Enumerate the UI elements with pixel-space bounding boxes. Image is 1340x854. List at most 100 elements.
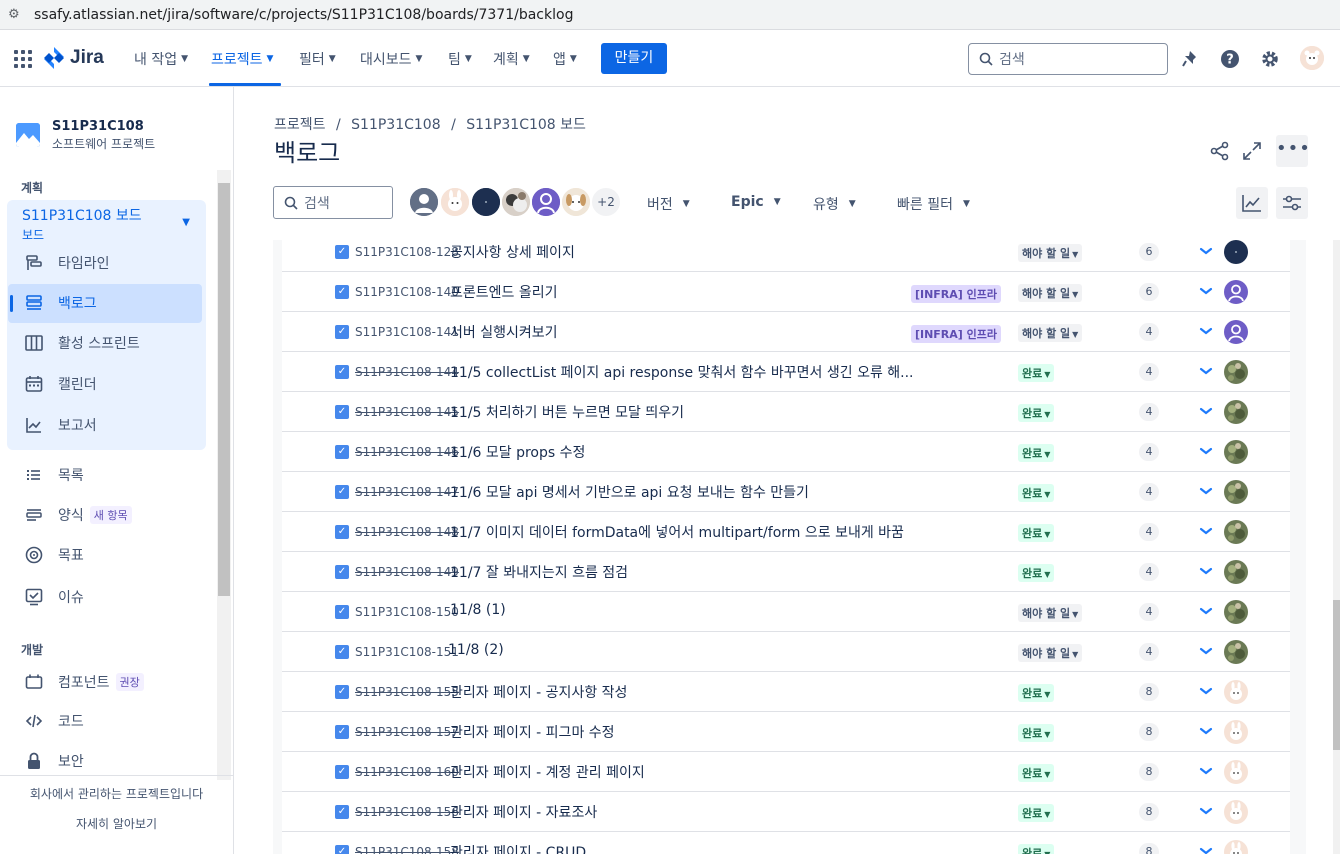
story-points-badge[interactable]: 8 <box>1139 683 1159 701</box>
issue-summary[interactable]: 11/5 처리하기 버튼 누르면 모달 띄우기 <box>450 402 684 422</box>
issue-key[interactable]: S11P31C108-140 <box>355 285 459 299</box>
issue-key[interactable]: S11P31C108-144 <box>355 365 459 379</box>
status-dropdown[interactable]: 완료▼ <box>1018 484 1055 502</box>
site-info-icon[interactable]: ⚙ <box>8 7 24 23</box>
issue-key[interactable]: S11P31C108-155 <box>355 685 459 699</box>
story-points-badge[interactable]: 8 <box>1139 723 1159 741</box>
global-search-input[interactable]: 검색 <box>968 43 1168 75</box>
issue-summary[interactable]: 관리자 페이지 - 자료조사 <box>450 802 597 822</box>
issue-summary[interactable]: 프론트엔드 올리기 <box>450 282 558 302</box>
issue-row[interactable]: ✓ S11P31C108-149 11/7 잘 봐내지는지 흐름 점검 완료 ▼ 4 <box>282 552 1290 592</box>
issue-key[interactable]: S11P31C108-146 <box>355 445 459 459</box>
nav-plans[interactable]: 계획 ▼ <box>493 49 530 69</box>
issue-row[interactable]: ✓ S11P31C108-160 관리자 페이지 - 계정 관리 페이지 완료 ▼ 8 <box>282 752 1290 792</box>
assignee-avatar[interactable] <box>1224 280 1248 304</box>
learn-more-link[interactable]: 자세히 알아보기 <box>0 815 233 832</box>
sidebar-item-forms[interactable]: 양식 새 항목 <box>24 505 132 525</box>
breadcrumb-board[interactable]: S11P31C108 보드 <box>466 117 586 133</box>
issue-summary[interactable]: 관리자 페이지 - CRUD <box>450 842 586 854</box>
issue-row[interactable]: ✓ S11P31C108-157 관리자 페이지 - 피그마 수정 완료 ▼ 8 <box>282 712 1290 752</box>
issue-summary[interactable]: 11/6 모달 props 수정 <box>450 442 585 462</box>
nav-projects[interactable]: 프로젝트 ▼ <box>211 49 273 69</box>
project-header[interactable]: S11P31C108 소프트웨어 프로젝트 <box>16 119 155 152</box>
create-button[interactable]: 만들기 <box>601 43 667 74</box>
issue-row[interactable]: ✓ S11P31C108-145 11/5 처리하기 버튼 누르면 모달 띄우기 완료… <box>282 392 1290 432</box>
issue-summary[interactable]: 11/8 (1) <box>450 602 506 618</box>
settings-gear-icon[interactable] <box>1260 49 1280 69</box>
assignee-avatar[interactable] <box>1224 400 1248 424</box>
status-dropdown[interactable]: 완료▼ <box>1018 724 1055 742</box>
issue-row[interactable]: ✓ S11P31C108-128 공지사항 상세 페이지 해야 할 일 ▼ 6 <box>282 240 1290 272</box>
assignee-avatar[interactable] <box>1224 240 1248 264</box>
jira-logo[interactable]: Jira <box>44 47 104 69</box>
avatar-filter-purple[interactable] <box>530 186 562 218</box>
sidebar-item-reports[interactable]: 보고서 <box>24 415 97 435</box>
issue-key[interactable]: S11P31C108-145 <box>355 405 459 419</box>
status-dropdown[interactable]: 완료▼ <box>1018 364 1055 382</box>
sidebar-scroll-thumb[interactable] <box>218 183 230 596</box>
story-points-badge[interactable]: 4 <box>1139 363 1159 381</box>
status-dropdown[interactable]: 완료▼ <box>1018 564 1055 582</box>
more-actions-button[interactable]: ••• <box>1276 135 1310 167</box>
assignee-avatar[interactable] <box>1224 600 1248 624</box>
nav-filters[interactable]: 필터 ▼ <box>299 49 336 69</box>
issue-key[interactable]: S11P31C108-160 <box>355 765 459 779</box>
browser-address-bar[interactable]: ⚙ ssafy.atlassian.net/jira/software/c/pr… <box>0 0 1340 30</box>
nav-apps[interactable]: 앱 ▼ <box>553 49 577 69</box>
view-settings-button[interactable] <box>1276 187 1308 219</box>
sidebar-item-calendar[interactable]: 캘린더 <box>24 374 97 394</box>
filter-version[interactable]: 버전 ▼ <box>647 194 690 214</box>
status-dropdown[interactable]: 해야 할 일 ▼ <box>1018 604 1083 622</box>
app-switcher-icon[interactable] <box>14 50 32 68</box>
issue-summary[interactable]: 11/6 모달 api 명세서 기반으로 api 요청 보내는 함수 만들기 <box>450 482 809 502</box>
issue-key[interactable]: S11P31C108-147 <box>355 485 459 499</box>
url-text[interactable]: ssafy.atlassian.net/jira/software/c/proj… <box>34 7 573 23</box>
issue-row[interactable]: ✓ S11P31C108-144 11/5 collectList 페이지 api … <box>282 352 1290 392</box>
issue-key[interactable]: S11P31C108-149 <box>355 565 459 579</box>
story-points-badge[interactable]: 4 <box>1139 643 1159 661</box>
issue-summary[interactable]: 11/5 collectList 페이지 api response 맞춰서 함수… <box>450 362 914 382</box>
issue-summary[interactable]: 관리자 페이지 - 공지사항 작성 <box>450 682 627 702</box>
assignee-avatar[interactable] <box>1224 640 1248 664</box>
assignee-avatar[interactable] <box>1224 720 1248 744</box>
story-points-badge[interactable]: 4 <box>1139 563 1159 581</box>
sidebar-item-code[interactable]: 코드 <box>24 711 84 731</box>
nav-dashboards[interactable]: 대시보드 ▼ <box>360 49 422 69</box>
assignee-avatar[interactable] <box>1224 480 1248 504</box>
status-dropdown[interactable]: 완료▼ <box>1018 684 1055 702</box>
sidebar-item-list[interactable]: 목록 <box>24 465 84 485</box>
story-points-badge[interactable]: 4 <box>1139 603 1159 621</box>
sidebar-item-active-sprint[interactable]: 활성 스프린트 <box>24 333 140 353</box>
story-points-badge[interactable]: 4 <box>1139 483 1159 501</box>
issue-row[interactable]: ✓ S11P31C108-150 11/8 (1) 해야 할 일 ▼ 4 <box>282 592 1290 632</box>
main-scroll-thumb[interactable] <box>1333 600 1340 750</box>
issue-key[interactable]: S11P31C108-151 <box>355 645 459 659</box>
status-dropdown[interactable]: 완료▼ <box>1018 404 1055 422</box>
main-scrollbar[interactable] <box>1333 240 1340 854</box>
issue-key[interactable]: S11P31C108-148 <box>355 525 459 539</box>
story-points-badge[interactable]: 8 <box>1139 803 1159 821</box>
status-dropdown[interactable]: 완료▼ <box>1018 524 1055 542</box>
assignee-avatar[interactable] <box>1224 360 1248 384</box>
story-points-badge[interactable]: 4 <box>1139 323 1159 341</box>
share-icon[interactable] <box>1209 140 1231 162</box>
issue-row[interactable]: ✓ S11P31C108-156 관리자 페이지 - 자료조사 완료 ▼ 8 <box>282 792 1290 832</box>
issue-key[interactable]: S11P31C108-157 <box>355 725 459 739</box>
sidebar-item-security[interactable]: 보안 <box>24 751 84 771</box>
help-icon[interactable]: ? <box>1220 49 1240 69</box>
issue-key[interactable]: S11P31C108-150 <box>355 605 459 619</box>
assignee-avatar[interactable] <box>1224 560 1248 584</box>
insights-button[interactable] <box>1236 187 1268 219</box>
sidebar-item-timeline[interactable]: 타임라인 <box>24 253 110 273</box>
notifications-icon[interactable] <box>1180 49 1200 69</box>
issue-row[interactable]: ✓ S11P31C108-148 11/7 이미지 데이터 formData에 넣어… <box>282 512 1290 552</box>
assignee-avatar[interactable] <box>1224 520 1248 544</box>
board-search-input[interactable]: 검색 <box>273 186 393 219</box>
assignee-avatar[interactable] <box>1224 800 1248 824</box>
issue-row[interactable]: ✓ S11P31C108-146 11/6 모달 props 수정 완료 ▼ 4 <box>282 432 1290 472</box>
issue-summary[interactable]: 관리자 페이지 - 피그마 수정 <box>450 722 615 742</box>
profile-avatar[interactable] <box>1300 46 1324 70</box>
status-dropdown[interactable]: 해야 할 일 ▼ <box>1018 644 1083 662</box>
status-dropdown[interactable]: 해야 할 일 ▼ <box>1018 324 1083 342</box>
sidebar-item-components[interactable]: 컴포넌트 권장 <box>24 672 144 692</box>
